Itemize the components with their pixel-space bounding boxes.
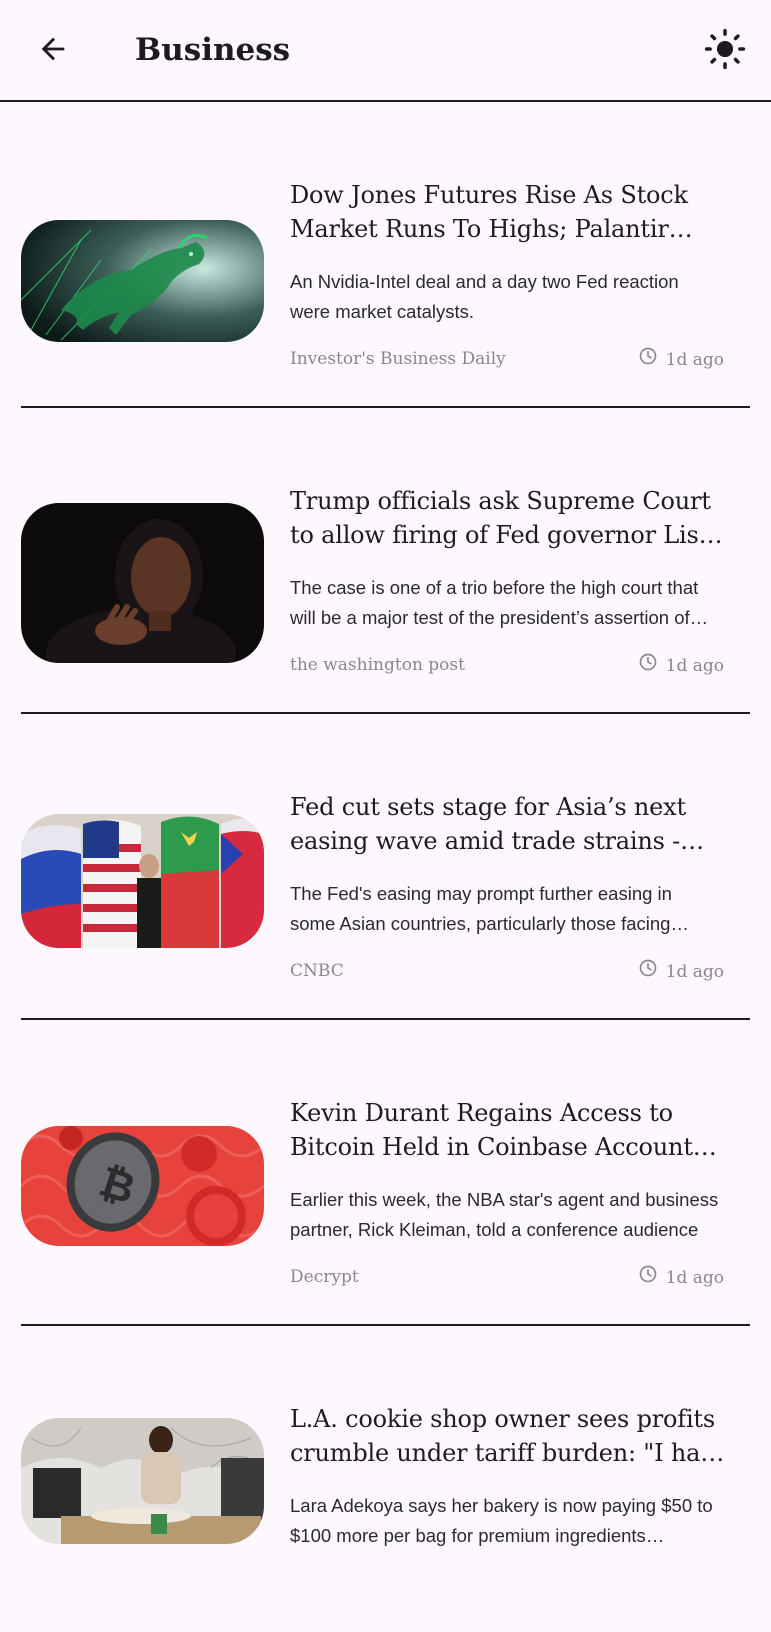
- article-thumbnail: [21, 814, 264, 948]
- article-thumbnail: [21, 220, 264, 342]
- article-description: Earlier this week, the NBA star's agent …: [290, 1189, 719, 1240]
- clock-icon: [638, 1264, 658, 1292]
- time-label: 1d ago: [665, 656, 724, 676]
- article-thumbnail: ₿: [21, 1126, 264, 1246]
- article-time: 1d ago: [638, 346, 724, 374]
- article-time: 1d ago: [638, 1264, 724, 1292]
- article-thumbnail: [21, 503, 264, 663]
- clock-icon: [638, 958, 658, 986]
- article-description: The case is one of a trio before the hig…: [290, 577, 699, 628]
- sun-icon: [704, 28, 746, 75]
- article-source: the washington post: [290, 655, 465, 675]
- article-title: Dow Jones Futures Rise As Stock Market R…: [290, 181, 688, 243]
- clock-icon: [638, 346, 658, 374]
- time-label: 1d ago: [665, 962, 724, 982]
- article-card[interactable]: Fed cut sets stage for Asia’s next easin…: [21, 714, 750, 1020]
- time-label: 1d ago: [665, 1268, 724, 1288]
- article-time: 1d ago: [638, 652, 724, 680]
- article-description: An Nvidia-Intel deal and a day two Fed r…: [290, 271, 679, 322]
- article-description: Lara Adekoya says her bakery is now payi…: [290, 1495, 713, 1546]
- article-title: Trump officials ask Supreme Court to all…: [290, 487, 713, 549]
- article-title: Fed cut sets stage for Asia’s next easin…: [290, 793, 686, 855]
- clock-icon: [638, 652, 658, 680]
- article-title: Kevin Durant Regains Access to Bitcoin H…: [290, 1099, 693, 1161]
- theme-toggle-button[interactable]: [700, 26, 750, 76]
- app-bar: Business: [0, 0, 771, 102]
- article-source: Decrypt: [290, 1267, 359, 1287]
- article-card[interactable]: Dow Jones Futures Rise As Stock Market R…: [21, 102, 750, 408]
- time-label: 1d ago: [665, 350, 724, 370]
- article-source: Investor's Business Daily: [290, 349, 506, 369]
- page-title: Business: [135, 32, 291, 68]
- article-card[interactable]: Trump officials ask Supreme Court to all…: [21, 408, 750, 714]
- article-description: The Fed's easing may prompt further easi…: [290, 883, 672, 934]
- article-thumbnail: [21, 1418, 264, 1544]
- arrow-left-icon: [36, 32, 70, 71]
- back-button[interactable]: [28, 26, 78, 76]
- article-time: 1d ago: [638, 958, 724, 986]
- article-card[interactable]: ₿ Kevin Durant Regains Access to Bitcoin…: [21, 1020, 750, 1326]
- article-title: L.A. cookie shop owner sees profits crum…: [290, 1405, 728, 1467]
- article-list: Dow Jones Futures Rise As Stock Market R…: [0, 102, 771, 1632]
- article-source: CNBC: [290, 961, 344, 981]
- article-card[interactable]: L.A. cookie shop owner sees profits crum…: [21, 1326, 750, 1632]
